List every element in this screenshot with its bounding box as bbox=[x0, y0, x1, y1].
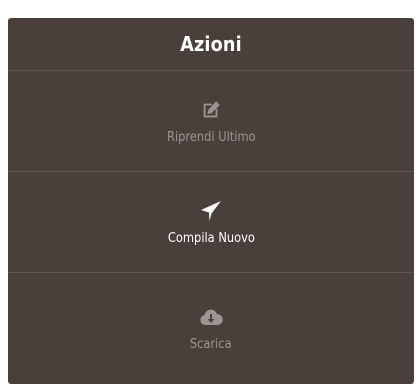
download-button[interactable]: Scarica bbox=[8, 273, 414, 384]
resume-last-button[interactable]: Riprendi Ultimo bbox=[8, 71, 414, 172]
edit-icon bbox=[199, 98, 223, 122]
send-icon bbox=[199, 199, 223, 223]
fill-new-label: Compila Nuovo bbox=[167, 230, 255, 246]
cloud-download-icon bbox=[199, 305, 223, 329]
download-label: Scarica bbox=[190, 337, 232, 352]
fill-new-button[interactable]: Compila Nuovo bbox=[8, 172, 414, 273]
resume-last-label: Riprendi Ultimo bbox=[166, 129, 256, 145]
panel-title: Azioni bbox=[180, 32, 242, 56]
actions-panel: Azioni Riprendi Ultimo Compila Nuovo Sca… bbox=[8, 18, 414, 384]
panel-header: Azioni bbox=[8, 18, 414, 71]
